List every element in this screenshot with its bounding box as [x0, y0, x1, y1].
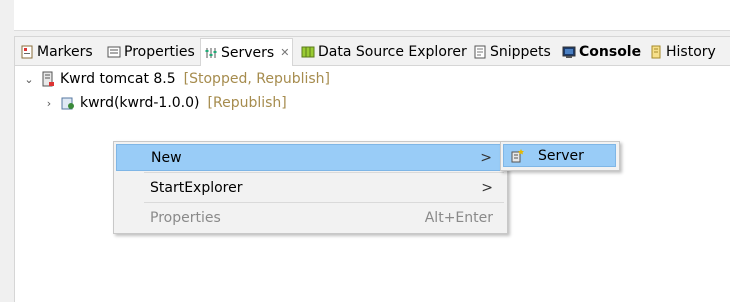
submenu-item-server[interactable]: Server: [503, 144, 616, 167]
properties-icon: [107, 45, 121, 59]
tab-markers[interactable]: Markers: [20, 40, 93, 64]
menu-item-label: Properties: [150, 209, 221, 226]
new-submenu: Server: [500, 141, 620, 171]
menu-item-shortcut: Alt+Enter: [424, 209, 493, 226]
chevron-down-icon[interactable]: ⌄: [23, 73, 35, 86]
module-status: [Republish]: [207, 95, 287, 111]
chevron-right-icon[interactable]: ›: [43, 97, 55, 110]
menu-item-properties[interactable]: Properties Alt+Enter: [116, 204, 505, 231]
submenu-arrow-icon: >: [480, 149, 492, 166]
submenu-arrow-icon: >: [481, 179, 493, 196]
tab-label: History: [666, 44, 716, 60]
tab-label: Data Source Explorer: [318, 44, 467, 60]
data-source-icon: [301, 45, 315, 59]
history-icon: [649, 45, 663, 59]
snippets-icon: [473, 45, 487, 59]
tomcat-server-icon: [41, 71, 55, 87]
tab-label: Markers: [37, 44, 93, 60]
close-icon[interactable]: ✕: [280, 46, 289, 59]
web-module-icon: [61, 95, 75, 111]
menu-separator: [144, 172, 504, 173]
tab-servers[interactable]: Servers ✕: [200, 38, 294, 66]
server-status: [Stopped, Republish]: [183, 71, 330, 87]
view-tab-bar: Markers Properties Servers ✕ Data Source…: [15, 37, 730, 66]
menu-separator: [144, 202, 504, 203]
tab-label: Servers: [221, 44, 275, 61]
menu-item-startexplorer[interactable]: StartExplorer >: [116, 174, 505, 201]
module-name: kwrd(kwrd-1.0.0): [80, 95, 200, 111]
tab-properties[interactable]: Properties: [107, 40, 195, 64]
server-name: Kwrd tomcat 8.5: [60, 71, 176, 87]
console-icon: [562, 45, 576, 59]
tab-history[interactable]: History: [649, 40, 716, 64]
menu-item-label: StartExplorer: [150, 179, 243, 196]
tab-snippets[interactable]: Snippets: [473, 40, 551, 64]
tree-row-server[interactable]: ⌄ Kwrd tomcat 8.5 [Stopped, Republish]: [23, 69, 330, 89]
context-menu: New > StartExplorer > Properties Alt+Ent…: [113, 141, 508, 234]
menu-item-label: New: [151, 149, 182, 166]
tree-row-module[interactable]: › kwrd(kwrd-1.0.0) [Republish]: [43, 93, 287, 113]
markers-icon: [20, 45, 34, 59]
tab-label: Console: [579, 44, 642, 60]
editor-area: [14, 0, 730, 31]
tab-label: Snippets: [490, 44, 551, 60]
tab-label: Properties: [124, 44, 195, 60]
servers-icon: [204, 46, 218, 60]
tab-data-source-explorer[interactable]: Data Source Explorer: [301, 40, 467, 64]
tab-console[interactable]: Console: [562, 40, 641, 64]
submenu-item-label: Server: [538, 147, 584, 164]
menu-item-new[interactable]: New >: [116, 144, 505, 171]
new-server-icon: [510, 148, 524, 163]
